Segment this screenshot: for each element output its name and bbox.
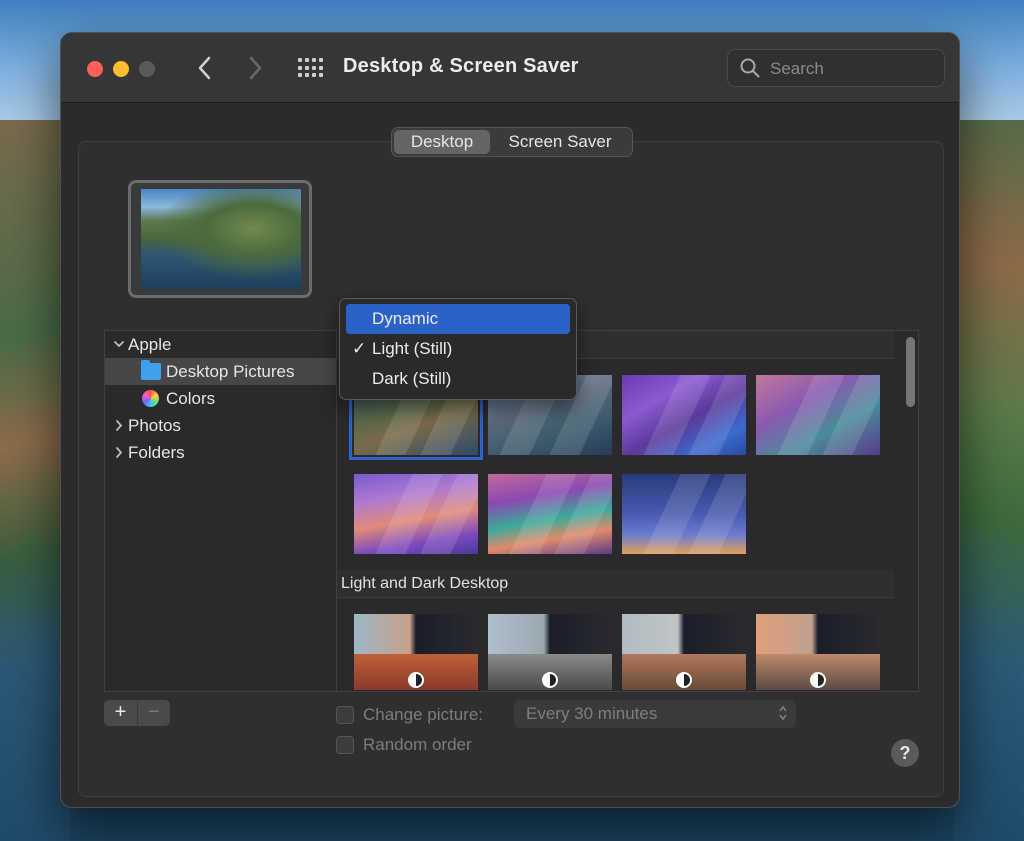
close-button[interactable] (87, 61, 103, 77)
sidebar-item-apple[interactable]: Apple (105, 331, 337, 358)
appearance-menu: Dynamic ✓ Light (Still) Dark (Still) (339, 298, 577, 400)
chevron-left-icon (198, 56, 211, 80)
section-header-light-dark: Light and Dark Desktop (337, 570, 894, 598)
menu-item-label: Dark (Still) (372, 369, 452, 388)
wallpaper-thumbnail[interactable] (622, 614, 746, 690)
sidebar-item-photos[interactable]: Photos (105, 412, 337, 439)
change-picture-label: Change picture: (363, 705, 484, 724)
sidebar-item-desktop-pictures[interactable]: Desktop Pictures (105, 358, 337, 385)
wallpaper-thumbnail[interactable] (622, 375, 746, 455)
help-button[interactable]: ? (891, 739, 919, 767)
wallpaper-thumbnail[interactable] (488, 474, 612, 554)
window-title: Desktop & Screen Saver (343, 55, 579, 77)
title-bar: Desktop & Screen Saver Search (61, 33, 959, 103)
wallpaper-thumbnail[interactable] (354, 474, 478, 554)
change-interval-select[interactable]: Every 30 minutes (514, 700, 796, 728)
up-down-arrows-icon (778, 703, 788, 724)
sidebar-item-label: Apple (128, 335, 172, 354)
light-dark-icon (810, 672, 826, 688)
checkmark-icon: ✓ (352, 339, 367, 358)
search-field[interactable]: Search (727, 49, 945, 87)
remove-folder-button[interactable]: − (137, 700, 170, 726)
change-interval-value: Every 30 minutes (526, 704, 658, 723)
menu-item-dark-still[interactable]: Dark (Still) (346, 364, 570, 394)
light-dark-icon (408, 672, 424, 688)
back-button[interactable] (191, 51, 219, 85)
zoom-button[interactable] (139, 61, 155, 77)
wallpaper-preview (128, 180, 312, 298)
forward-button[interactable] (241, 51, 269, 85)
scrollbar-thumb[interactable] (906, 337, 915, 407)
tab-desktop[interactable]: Desktop (394, 130, 490, 154)
add-folder-button[interactable]: + (104, 700, 137, 726)
search-placeholder: Search (770, 59, 824, 78)
sidebar-item-folders[interactable]: Folders (105, 439, 337, 466)
sidebar-item-label: Desktop Pictures (166, 362, 295, 381)
color-wheel-icon (142, 390, 159, 407)
wallpaper-thumbnail[interactable] (488, 614, 612, 690)
wallpaper-thumbnail[interactable] (354, 614, 478, 690)
light-dark-icon (676, 672, 692, 688)
change-picture-checkbox[interactable] (336, 706, 354, 724)
gallery-scrollbar[interactable] (906, 335, 915, 689)
desktop-wallpaper-right (954, 120, 1024, 841)
add-remove-group: + − (104, 700, 170, 726)
minimize-button[interactable] (113, 61, 129, 77)
tab-screen-saver[interactable]: Screen Saver (490, 130, 630, 154)
random-order-label: Random order (363, 735, 472, 754)
tab-bar: Desktop Screen Saver (391, 127, 633, 157)
sidebar-item-label: Colors (166, 389, 216, 408)
menu-item-dynamic[interactable]: Dynamic (346, 304, 570, 334)
folder-icon (141, 360, 161, 380)
chevron-right-icon (113, 439, 125, 475)
chevron-right-icon (249, 56, 262, 80)
menu-item-light-still[interactable]: ✓ Light (Still) (346, 334, 570, 364)
wallpaper-thumbnail[interactable] (756, 614, 880, 690)
wallpaper-preview-image (141, 189, 301, 289)
menu-item-label: Light (Still) (372, 339, 453, 358)
wallpaper-thumbnail[interactable] (622, 474, 746, 554)
show-all-grid-icon[interactable] (298, 58, 323, 78)
search-icon (740, 58, 760, 78)
sidebar-item-label: Photos (128, 416, 181, 435)
sidebar-item-label: Folders (128, 443, 185, 462)
content-panel: Apple Desktop Pictures Colors Photos Fol… (78, 141, 944, 797)
source-list: Apple Desktop Pictures Colors Photos Fol… (104, 330, 337, 692)
random-order-checkbox[interactable] (336, 736, 354, 754)
preferences-window: Desktop & Screen Saver Search Apple Desk… (60, 32, 960, 808)
light-dark-icon (542, 672, 558, 688)
menu-item-label: Dynamic (372, 309, 439, 328)
wallpaper-thumbnail[interactable] (756, 375, 880, 455)
sidebar-item-colors[interactable]: Colors (105, 385, 337, 412)
